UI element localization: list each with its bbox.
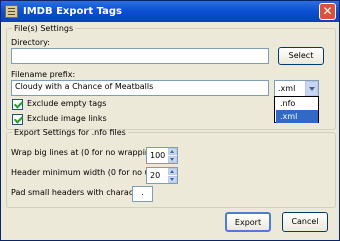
close-button[interactable]: ✕ <box>319 3 336 20</box>
extension-select[interactable]: .xml <box>274 80 319 97</box>
spin-up-icon[interactable] <box>168 168 177 175</box>
window-title: IMDB Export Tags <box>23 6 122 17</box>
exclude-image-links-label: Exclude image links <box>27 114 107 123</box>
wrap-lines-spinner[interactable]: 100 <box>146 147 178 164</box>
files-settings-legend: File(s) Settings <box>14 24 74 33</box>
close-icon: ✕ <box>322 4 333 18</box>
spin-down-icon[interactable] <box>168 156 177 163</box>
directory-input[interactable] <box>11 48 269 64</box>
export-tags-dialog: IMDB Export Tags ✕ File(s) Settings Dire… <box>0 0 340 241</box>
pad-character-input[interactable]: . <box>132 186 153 202</box>
spin-up-icon[interactable] <box>168 148 177 155</box>
title-bar[interactable]: IMDB Export Tags ✕ <box>1 1 339 22</box>
header-width-value: 20 <box>150 171 161 180</box>
wrap-lines-label: Wrap big lines at (0 for no wrapping) <box>11 148 159 157</box>
filename-prefix-input[interactable]: Cloudy with a Chance of Meatballs <box>11 80 269 96</box>
exclude-empty-tags-checkbox[interactable] <box>12 99 23 110</box>
extension-option-nfo[interactable]: .nfo <box>276 97 318 110</box>
spin-down-icon[interactable] <box>168 176 177 183</box>
filename-prefix-label: Filename prefix: <box>11 70 76 79</box>
extension-selected-value: .xml <box>278 84 296 93</box>
exclude-image-links-checkbox[interactable] <box>12 114 23 125</box>
wrap-lines-value: 100 <box>150 151 166 160</box>
chevron-down-icon[interactable] <box>305 81 318 96</box>
cancel-button[interactable]: Cancel <box>282 212 328 232</box>
pad-character-label: Pad small headers with character <box>11 188 145 197</box>
directory-label: Directory: <box>11 38 50 47</box>
nfo-settings-legend: Export Settings for .nfo files <box>14 128 126 137</box>
header-width-spinner[interactable]: 20 <box>146 167 178 184</box>
app-icon <box>5 5 18 18</box>
export-button[interactable]: Export <box>225 212 271 232</box>
select-directory-button[interactable]: Select <box>278 47 324 65</box>
extension-option-xml[interactable]: .xml <box>276 110 318 123</box>
extension-dropdown-list: .nfo .xml <box>274 96 319 123</box>
header-width-label: Header minimum width (0 for no use) <box>11 168 162 177</box>
exclude-empty-tags-label: Exclude empty tags <box>27 99 107 108</box>
